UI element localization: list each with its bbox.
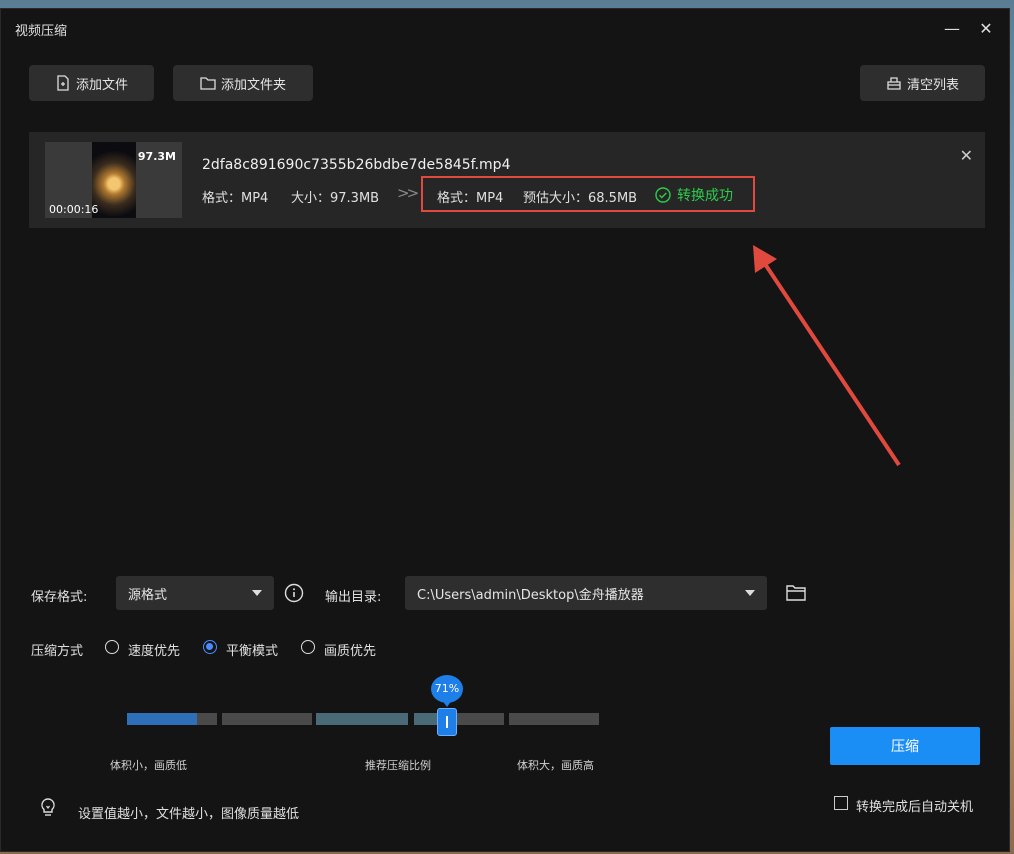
- radio-quality[interactable]: [301, 640, 315, 654]
- app-window: 视频压缩 — ✕ 添加文件 添加文件夹 清空列表 97.3M 00:00:16 …: [0, 8, 1010, 852]
- chevron-down-icon: [745, 590, 755, 596]
- output-dir-value: C:\Users\admin\Desktop\金舟播放器: [417, 587, 644, 603]
- hint-recommended: 推荐压缩比例: [365, 759, 431, 772]
- hint-small: 体积小，画质低: [110, 759, 187, 772]
- target-format: 格式：MP4: [437, 191, 504, 206]
- mode-speed-label: 速度优先: [128, 644, 181, 659]
- slider-segment-4[interactable]: [414, 713, 504, 725]
- auto-shutdown-checkbox[interactable]: [834, 796, 848, 810]
- close-window-icon[interactable]: ✕: [973, 17, 999, 41]
- output-dir-select[interactable]: C:\Users\admin\Desktop\金舟播放器: [405, 576, 767, 610]
- thumbnail-image: [92, 142, 136, 218]
- window-title: 视频压缩: [15, 24, 68, 39]
- remove-file-icon[interactable]: ✕: [960, 146, 973, 165]
- slider-value-tooltip: 71%: [431, 675, 463, 707]
- slider-segment-5[interactable]: [509, 713, 599, 725]
- video-duration: 00:00:16: [49, 203, 99, 216]
- thumbnail-size: 97.3M: [137, 150, 176, 163]
- hint-large: 体积大，画质高: [517, 759, 594, 772]
- source-format: 格式：MP4: [202, 191, 269, 206]
- source-size: 大小：97.3MB: [291, 191, 380, 206]
- compress-button[interactable]: 压缩: [830, 727, 980, 765]
- estimated-size: 预估大小：68.5MB: [523, 191, 638, 206]
- save-format-label: 保存格式:: [31, 590, 88, 605]
- file-list-item: 97.3M 00:00:16 2dfa8c891690c7355b26bdbe7…: [29, 132, 985, 228]
- auto-shutdown-label: 转换完成后自动关机: [856, 800, 974, 815]
- add-file-button[interactable]: 添加文件: [29, 65, 154, 101]
- minimize-icon[interactable]: —: [939, 17, 965, 41]
- radio-balanced[interactable]: [203, 640, 217, 654]
- slider-segment-3[interactable]: [316, 713, 408, 725]
- annotation-arrow-shaft: [761, 259, 901, 467]
- add-file-icon: [57, 75, 69, 91]
- lightbulb-icon: [41, 798, 55, 816]
- video-thumbnail[interactable]: 97.3M 00:00:16: [45, 142, 182, 218]
- slider-handle[interactable]: [437, 708, 457, 736]
- compress-mode-label: 压缩方式: [31, 644, 84, 659]
- slider-segment-2[interactable]: [222, 713, 312, 725]
- radio-speed[interactable]: [105, 640, 119, 654]
- chevron-down-icon: [252, 590, 262, 596]
- save-format-select[interactable]: 源格式: [116, 576, 274, 610]
- add-file-label: 添加文件: [75, 77, 128, 93]
- tip-text: 设置值越小，文件越小，图像质量越低: [78, 807, 300, 822]
- double-chevron-icon: >>: [397, 184, 419, 202]
- check-circle-icon: [655, 187, 671, 203]
- annotation-arrow-head: [753, 245, 777, 273]
- add-folder-button[interactable]: 添加文件夹: [173, 65, 313, 101]
- status-badge: 转换成功: [655, 185, 733, 205]
- folder-icon: [200, 77, 216, 90]
- save-format-value: 源格式: [128, 587, 168, 603]
- add-folder-label: 添加文件夹: [220, 77, 286, 93]
- clear-list-button[interactable]: 清空列表: [860, 65, 985, 101]
- broom-icon: [887, 77, 901, 90]
- status-text: 转换成功: [677, 188, 733, 204]
- title-bar: 视频压缩 — ✕: [1, 9, 1009, 49]
- mode-balanced-label: 平衡模式: [226, 644, 279, 659]
- slider-segment-1[interactable]: [127, 713, 217, 725]
- mode-quality-label: 画质优先: [324, 644, 377, 659]
- output-dir-label: 输出目录:: [325, 590, 382, 605]
- info-icon[interactable]: [284, 583, 304, 603]
- browse-folder-icon[interactable]: [786, 584, 806, 602]
- clear-list-label: 清空列表: [906, 77, 959, 93]
- file-name: 2dfa8c891690c7355b26bdbe7de5845f.mp4: [202, 157, 511, 173]
